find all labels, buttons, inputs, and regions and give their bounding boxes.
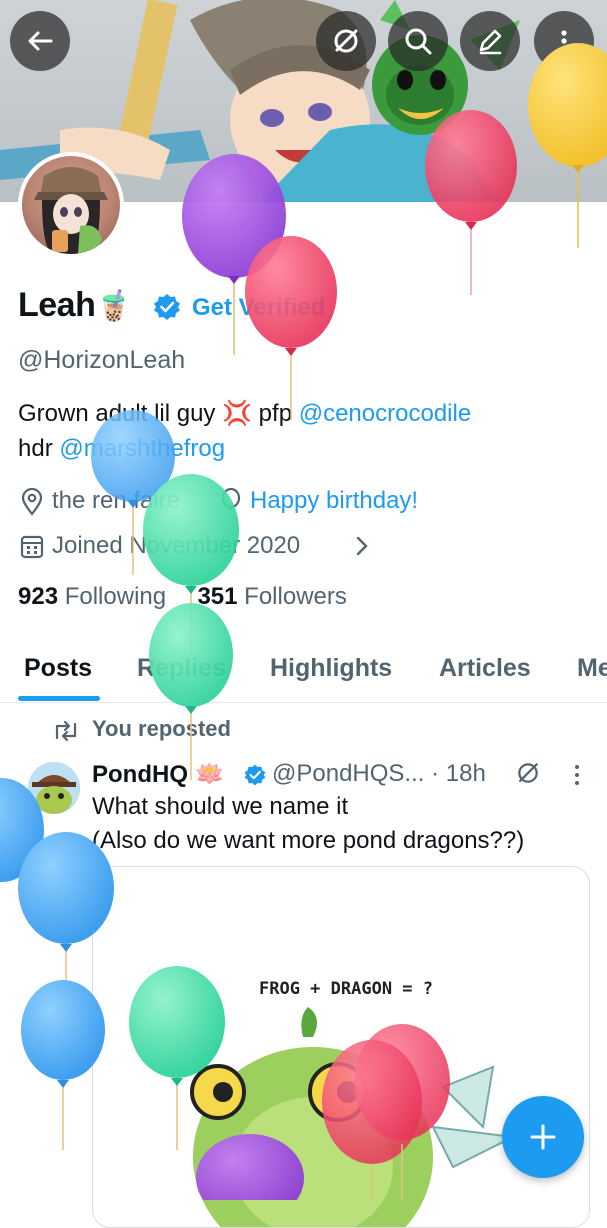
compose-post-button[interactable]	[502, 1096, 584, 1178]
birthday-balloons-overlay	[0, 43, 607, 1200]
plus-icon	[530, 1124, 556, 1150]
